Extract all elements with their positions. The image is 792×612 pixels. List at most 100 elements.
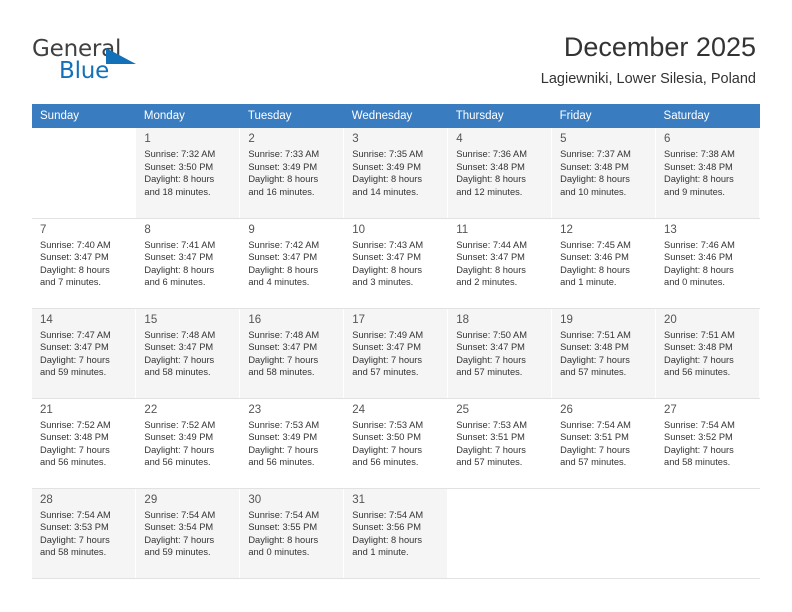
calendar-day-cell[interactable]: 16 Sunrise: 7:48 AM Sunset: 3:47 PM Dayligh… bbox=[239, 308, 345, 399]
day-sun-info: Sunrise: 7:54 AM Sunset: 3:56 PM Daylight:… bbox=[344, 509, 447, 559]
calendar-day-cell[interactable]: 31 Sunrise: 7:54 AM Sunset: 3:56 PM Dayligh… bbox=[343, 488, 449, 579]
day-info-line: Sunrise: 7:51 AM bbox=[664, 329, 735, 340]
day-info-line: Daylight: 8 hours bbox=[456, 264, 526, 275]
day-info-line: and 58 minutes. bbox=[664, 457, 731, 468]
calendar-day-cell[interactable]: 24 Sunrise: 7:53 AM Sunset: 3:50 PM Dayligh… bbox=[343, 398, 449, 489]
day-info-line: and 57 minutes. bbox=[560, 367, 627, 378]
day-info-line: Sunset: 3:50 PM bbox=[144, 161, 214, 172]
calendar-day-cell[interactable]: 15 Sunrise: 7:48 AM Sunset: 3:47 PM Dayligh… bbox=[135, 308, 241, 399]
calendar-day-cell[interactable]: 23 Sunrise: 7:53 AM Sunset: 3:49 PM Dayligh… bbox=[239, 398, 345, 489]
day-sun-info: Sunrise: 7:49 AM Sunset: 3:47 PM Daylight:… bbox=[344, 329, 447, 379]
calendar-day-cell[interactable]: 27 Sunrise: 7:54 AM Sunset: 3:52 PM Dayligh… bbox=[655, 398, 760, 489]
day-info-line: Daylight: 7 hours bbox=[456, 444, 526, 455]
day-info-line: Sunset: 3:49 PM bbox=[248, 161, 318, 172]
day-info-line: Sunrise: 7:38 AM bbox=[664, 149, 735, 159]
day-info-line: Sunrise: 7:48 AM bbox=[144, 329, 216, 340]
day-info-line: Daylight: 7 hours bbox=[664, 444, 734, 455]
day-info-line: Daylight: 7 hours bbox=[352, 354, 423, 365]
day-number: 16 bbox=[248, 313, 262, 326]
calendar-day-cell[interactable]: 20 Sunrise: 7:51 AM Sunset: 3:48 PM Dayligh… bbox=[655, 308, 760, 399]
day-info-line: Sunrise: 7:41 AM bbox=[144, 239, 216, 250]
day-info-line: Sunrise: 7:54 AM bbox=[40, 509, 111, 520]
day-info-line: Daylight: 8 hours bbox=[352, 174, 423, 185]
calendar-week-row: 21 Sunrise: 7:52 AM Sunset: 3:48 PM Dayligh… bbox=[32, 398, 760, 489]
calendar-day-cell[interactable]: 1 Sunrise: 7:32 AM Sunset: 3:50 PM Daylight… bbox=[135, 128, 241, 219]
day-number: 12 bbox=[560, 223, 573, 236]
calendar-day-cell[interactable]: 3 Sunrise: 7:35 AM Sunset: 3:49 PM Daylight… bbox=[343, 128, 449, 219]
general-blue-logo[interactable]: General Blue bbox=[32, 36, 212, 86]
calendar-day-cell[interactable]: 6 Sunrise: 7:38 AM Sunset: 3:48 PM Daylight… bbox=[655, 128, 760, 219]
calendar-day-cell[interactable]: 30 Sunrise: 7:54 AM Sunset: 3:55 PM Dayligh… bbox=[239, 488, 345, 579]
day-number: 19 bbox=[560, 313, 573, 326]
day-info-line: and 58 minutes. bbox=[248, 367, 315, 378]
title-block: December 2025 Lagiewniki, Lower Silesia,… bbox=[541, 30, 756, 89]
calendar-day-cell[interactable]: 26 Sunrise: 7:54 AM Sunset: 3:51 PM Dayligh… bbox=[551, 398, 657, 489]
day-number: 31 bbox=[352, 493, 366, 506]
calendar-week-row: 28 Sunrise: 7:54 AM Sunset: 3:53 PM Dayligh… bbox=[32, 488, 760, 579]
calendar-cell-empty bbox=[447, 488, 553, 579]
day-info-line: Sunset: 3:47 PM bbox=[352, 342, 421, 353]
day-info-line: Daylight: 8 hours bbox=[456, 174, 526, 185]
day-sun-info: Sunrise: 7:54 AM Sunset: 3:53 PM Daylight:… bbox=[32, 509, 135, 559]
day-info-line: and 58 minutes. bbox=[144, 367, 211, 378]
calendar-day-cell[interactable]: 19 Sunrise: 7:51 AM Sunset: 3:48 PM Dayligh… bbox=[551, 308, 657, 399]
day-info-line: and 56 minutes. bbox=[248, 457, 315, 468]
day-sun-info: Sunrise: 7:48 AM Sunset: 3:47 PM Daylight:… bbox=[136, 329, 239, 379]
day-info-line: Sunset: 3:47 PM bbox=[248, 252, 318, 263]
location-subtitle: Lagiewniki, Lower Silesia, Poland bbox=[540, 71, 756, 87]
day-info-line: Sunset: 3:50 PM bbox=[352, 432, 421, 443]
day-info-line: Sunset: 3:54 PM bbox=[144, 522, 214, 533]
calendar-day-cell[interactable]: 5 Sunrise: 7:37 AM Sunset: 3:48 PM Daylight… bbox=[551, 128, 657, 219]
day-info-line: Daylight: 7 hours bbox=[352, 444, 423, 455]
day-number: 5 bbox=[560, 133, 567, 145]
day-info-line: Sunset: 3:51 PM bbox=[560, 432, 629, 443]
calendar-day-cell[interactable]: 25 Sunrise: 7:53 AM Sunset: 3:51 PM Dayligh… bbox=[447, 398, 553, 489]
calendar-day-cell[interactable]: 28 Sunrise: 7:54 AM Sunset: 3:53 PM Dayligh… bbox=[32, 488, 137, 579]
calendar-day-cell[interactable]: 18 Sunrise: 7:50 AM Sunset: 3:47 PM Dayligh… bbox=[447, 308, 553, 399]
day-number: 11 bbox=[456, 223, 469, 236]
day-number: 4 bbox=[456, 133, 463, 145]
day-sun-info: Sunrise: 7:54 AM Sunset: 3:51 PM Daylight:… bbox=[552, 419, 655, 469]
day-info-line: Sunset: 3:46 PM bbox=[664, 252, 733, 263]
calendar-cell-empty bbox=[32, 128, 137, 219]
day-info-line: Sunset: 3:48 PM bbox=[664, 342, 733, 353]
calendar-day-cell[interactable]: 21 Sunrise: 7:52 AM Sunset: 3:48 PM Dayligh… bbox=[32, 398, 137, 489]
weekday-header-tuesday: Tuesday bbox=[239, 104, 344, 128]
day-info-line: Daylight: 7 hours bbox=[40, 354, 110, 365]
calendar-day-cell[interactable]: 7 Sunrise: 7:40 AM Sunset: 3:47 PM Daylight… bbox=[32, 218, 137, 309]
day-info-line: Daylight: 7 hours bbox=[248, 354, 319, 365]
day-info-line: and 0 minutes. bbox=[664, 277, 726, 288]
day-info-line: Sunrise: 7:37 AM bbox=[560, 149, 631, 159]
calendar-day-cell[interactable]: 10 Sunrise: 7:43 AM Sunset: 3:47 PM Dayligh… bbox=[343, 218, 449, 309]
day-sun-info: Sunrise: 7:52 AM Sunset: 3:49 PM Daylight:… bbox=[136, 419, 239, 469]
calendar-day-cell[interactable]: 22 Sunrise: 7:52 AM Sunset: 3:49 PM Dayligh… bbox=[135, 398, 241, 489]
day-sun-info: Sunrise: 7:53 AM Sunset: 3:49 PM Daylight:… bbox=[240, 419, 343, 469]
day-info-line: Sunset: 3:51 PM bbox=[456, 432, 525, 443]
day-number: 25 bbox=[456, 403, 469, 416]
calendar-day-cell[interactable]: 12 Sunrise: 7:45 AM Sunset: 3:46 PM Dayligh… bbox=[551, 218, 657, 309]
day-info-line: and 3 minutes. bbox=[352, 277, 414, 288]
day-number: 13 bbox=[664, 223, 677, 236]
day-info-line: Daylight: 7 hours bbox=[144, 354, 215, 365]
calendar-day-cell[interactable]: 14 Sunrise: 7:47 AM Sunset: 3:47 PM Dayligh… bbox=[32, 308, 137, 399]
day-info-line: Sunset: 3:48 PM bbox=[456, 161, 525, 172]
calendar-day-cell[interactable]: 13 Sunrise: 7:46 AM Sunset: 3:46 PM Dayligh… bbox=[655, 218, 760, 309]
calendar-day-cell[interactable]: 11 Sunrise: 7:44 AM Sunset: 3:47 PM Dayligh… bbox=[447, 218, 553, 309]
day-info-line: Sunset: 3:47 PM bbox=[144, 342, 214, 353]
calendar-day-cell[interactable]: 29 Sunrise: 7:54 AM Sunset: 3:54 PM Dayligh… bbox=[135, 488, 241, 579]
calendar-day-cell[interactable]: 9 Sunrise: 7:42 AM Sunset: 3:47 PM Daylight… bbox=[239, 218, 345, 309]
day-number: 22 bbox=[144, 403, 158, 416]
day-info-line: Sunset: 3:47 PM bbox=[456, 342, 525, 353]
day-info-line: and 56 minutes. bbox=[144, 457, 211, 468]
calendar-day-cell[interactable]: 8 Sunrise: 7:41 AM Sunset: 3:47 PM Daylight… bbox=[135, 218, 241, 309]
calendar-day-cell[interactable]: 4 Sunrise: 7:36 AM Sunset: 3:48 PM Daylight… bbox=[447, 128, 553, 219]
calendar-day-cell[interactable]: 17 Sunrise: 7:49 AM Sunset: 3:47 PM Dayligh… bbox=[343, 308, 449, 399]
day-info-line: and 14 minutes. bbox=[352, 186, 419, 197]
calendar-day-cell[interactable]: 2 Sunrise: 7:33 AM Sunset: 3:49 PM Daylight… bbox=[239, 128, 345, 219]
day-info-line: Sunrise: 7:36 AM bbox=[456, 149, 527, 159]
day-info-line: Daylight: 7 hours bbox=[456, 354, 526, 365]
day-info-line: Sunset: 3:49 PM bbox=[248, 432, 318, 443]
day-sun-info: Sunrise: 7:36 AM Sunset: 3:48 PM Daylight:… bbox=[448, 148, 551, 198]
day-sun-info: Sunrise: 7:33 AM Sunset: 3:49 PM Daylight:… bbox=[240, 148, 343, 198]
day-info-line: Sunrise: 7:44 AM bbox=[456, 239, 527, 250]
